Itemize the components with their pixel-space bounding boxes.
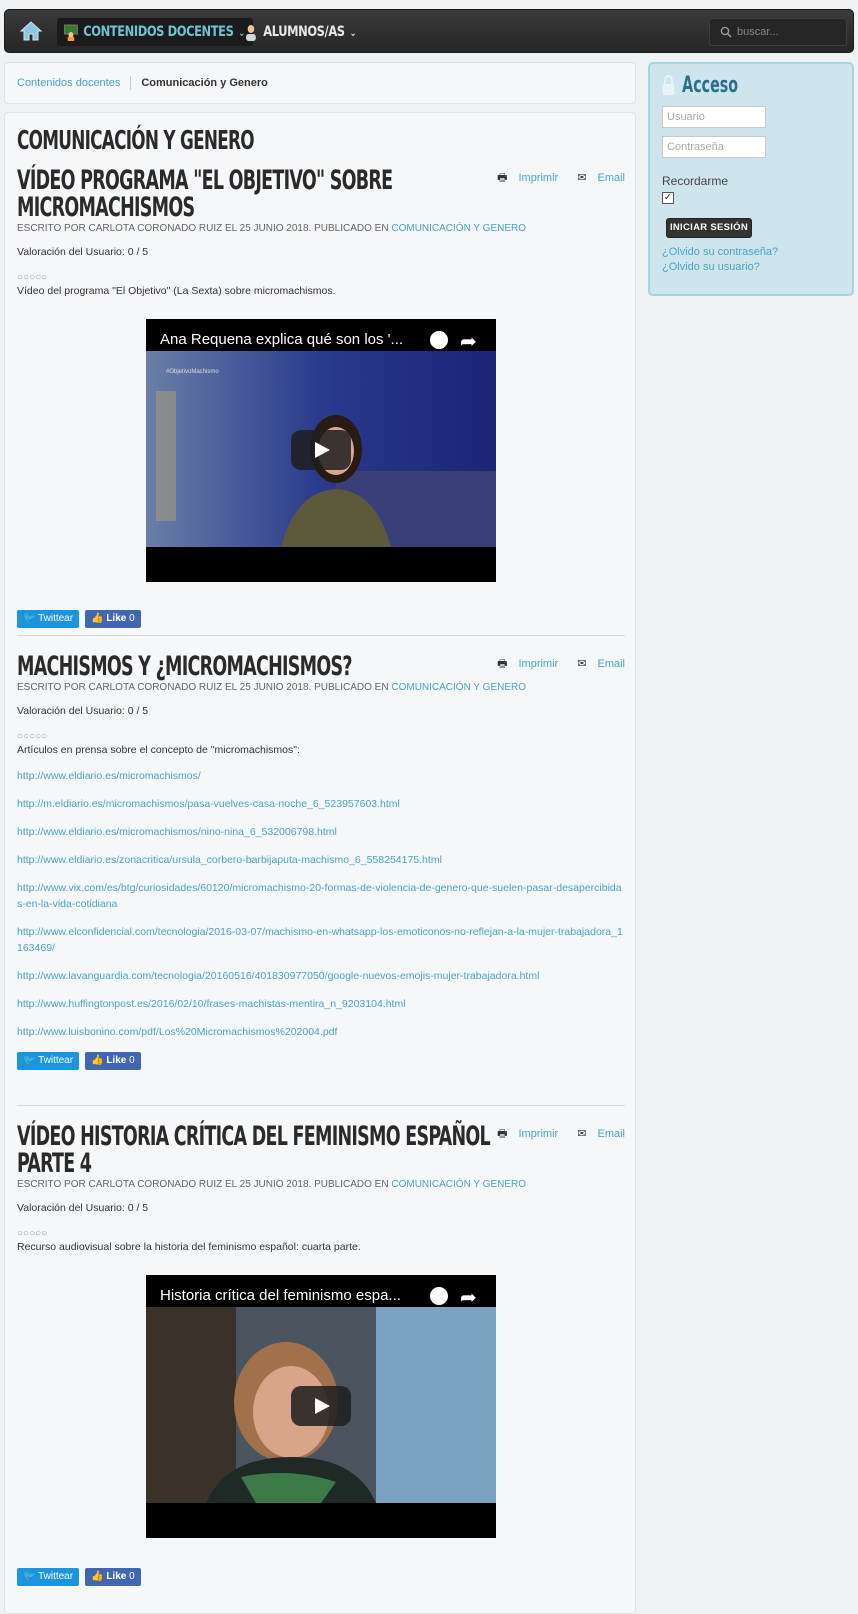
press-link[interactable]: http://www.lavanguardia.com/tecnologia/2… [17, 968, 625, 984]
press-link[interactable]: http://www.eldiario.es/micromachismos/ni… [17, 824, 625, 840]
rating-stars[interactable]: ○○○○○ [17, 272, 625, 283]
social-buttons: 🐦 Twittear 👍 Like 0 [17, 1568, 625, 1586]
remember-checkbox[interactable]: ✓ [662, 192, 674, 204]
home-icon[interactable] [19, 20, 43, 42]
login-button[interactable]: Iniciar sesión [666, 218, 752, 238]
article-title[interactable]: Vídeo programa "El Objetivo" sobre micro… [17, 167, 521, 221]
email-link[interactable]: ✉ Email [569, 172, 625, 184]
search-input[interactable]: buscar... [709, 18, 847, 46]
page-title: Comunicación y Genero [17, 126, 255, 156]
nav-alumnos[interactable]: Alumnos/as ⌄ [237, 18, 364, 46]
forgot-password-link[interactable]: ¿Olvido su contraseña? [662, 246, 778, 258]
breadcrumb-link-contenidos[interactable]: Contenidos docentes [17, 77, 120, 89]
article-meta: Escrito por Carlota Coronado Ruiz el 25 … [17, 682, 527, 693]
category-link[interactable]: Comunicación y Genero [391, 223, 526, 234]
student-icon [246, 25, 256, 41]
search-icon [720, 26, 732, 38]
twitter-button[interactable]: 🐦 Twittear [17, 1052, 80, 1070]
article-intro: Artículos en prensa sobre el concepto de… [17, 744, 300, 756]
login-module: Acceso Recordarme ✓ Iniciar sesión ¿Olvi… [648, 62, 854, 296]
username-input[interactable] [662, 106, 766, 128]
press-link[interactable]: http://www.elconfidencial.com/tecnologia… [17, 924, 625, 956]
video-player[interactable]: Historia crítica del feminismo espa... ➦ [146, 1275, 496, 1538]
password-input[interactable] [662, 136, 766, 158]
email-icon: ✉ [577, 658, 587, 670]
breadcrumb: Contenidos docentes Comunicación y Genero [4, 62, 636, 104]
social-buttons: 🐦 Twittear 👍 Like 0 [17, 610, 625, 628]
article-item: 🖶 Imprimir ✉ Email Vídeo programa "El Obje… [17, 167, 625, 628]
video-title[interactable]: Ana Requena explica qué son los '... [160, 331, 403, 348]
article-title[interactable]: Vídeo Historia crítica del feminismo esp… [17, 1123, 521, 1177]
email-icon: ✉ [577, 172, 587, 184]
facebook-like-button[interactable]: 👍 Like 0 [85, 1052, 141, 1070]
video-hashtag: #ObjetivoMachismo [166, 369, 219, 375]
user-rating: Valoración del Usuario: 0 / 5 [17, 1202, 149, 1214]
video-player[interactable]: Ana Requena explica qué son los '... #Ob… [146, 319, 496, 582]
press-link[interactable]: http://www.eldiario.es/micromachismos/ [17, 768, 625, 784]
email-link[interactable]: ✉ Email [569, 658, 625, 670]
category-link[interactable]: Comunicación y Genero [391, 682, 526, 693]
facebook-like-button[interactable]: 👍 Like 0 [85, 1568, 141, 1586]
social-buttons: 🐦 Twittear 👍 Like 0 [17, 1052, 625, 1070]
search-placeholder: buscar... [737, 26, 779, 38]
email-icon: ✉ [577, 1128, 587, 1140]
share-icon[interactable]: ➦ [460, 329, 477, 354]
article-meta: Escrito por Carlota Coronado Ruiz el 25 … [17, 223, 527, 234]
teacher-board-icon [63, 24, 78, 41]
user-rating: Valoración del Usuario: 0 / 5 [17, 705, 149, 717]
category-link[interactable]: Comunicación y Genero [391, 1179, 526, 1190]
main-content: Comunicación y Genero 🖶 Imprimir ✉ Email V… [4, 112, 636, 1614]
remember-label: Recordarme [662, 174, 729, 188]
watch-later-icon[interactable] [430, 331, 448, 349]
play-button[interactable] [291, 430, 351, 470]
article-intro: Recurso audiovisual sobre la historia de… [17, 1241, 361, 1253]
twitter-button[interactable]: 🐦 Twittear [17, 610, 80, 628]
top-navbar: Contenidos docentes ⌄ Alumnos/as ⌄ buscar.… [4, 9, 854, 53]
rating-stars[interactable]: ○○○○○ [17, 1228, 625, 1239]
press-link[interactable]: http://www.eldiario.es/zonacritica/ursul… [17, 852, 625, 868]
play-button[interactable] [291, 1386, 351, 1426]
rating-stars[interactable]: ○○○○○ [17, 731, 625, 742]
article-meta: Escrito por Carlota Coronado Ruiz el 25 … [17, 1179, 527, 1190]
article-divider [17, 635, 625, 636]
press-link[interactable]: http://www.huffingtonpost.es/2016/02/10/… [17, 996, 625, 1012]
share-icon[interactable]: ➦ [460, 1285, 477, 1310]
forgot-username-link[interactable]: ¿Olvido su usuario? [662, 261, 760, 273]
article-links: http://www.eldiario.es/micromachismos/ h… [17, 768, 625, 1040]
twitter-button[interactable]: 🐦 Twittear [17, 1568, 80, 1586]
article-intro: Vídeo del programa "El Objetivo" (La Sex… [17, 285, 336, 297]
watch-later-icon[interactable] [430, 1287, 448, 1305]
breadcrumb-divider [130, 76, 132, 91]
breadcrumb-current: Comunicación y Genero [141, 77, 268, 89]
press-link[interactable]: http://www.vix.com/es/btg/curiosidades/6… [17, 880, 625, 912]
login-title: Acceso [662, 72, 738, 100]
article-item: 🖶 Imprimir ✉ Email Vídeo Historia crítica … [17, 1123, 625, 1586]
press-link[interactable]: http://m.eldiario.es/micromachismos/pasa… [17, 796, 625, 812]
article-divider [17, 1105, 625, 1106]
nav-contenidos-docentes[interactable]: Contenidos docentes ⌄ [57, 18, 254, 46]
chevron-down-icon: ⌄ [349, 28, 357, 39]
facebook-like-button[interactable]: 👍 Like 0 [85, 610, 141, 628]
lock-icon [662, 75, 675, 95]
article-title[interactable]: Machismos y ¿micromachismos? [17, 653, 521, 680]
email-link[interactable]: ✉ Email [569, 1128, 625, 1140]
user-rating: Valoración del Usuario: 0 / 5 [17, 246, 149, 258]
press-link[interactable]: http://www.luisbonino.com/pdf/Los%20Micr… [17, 1024, 625, 1040]
video-title[interactable]: Historia crítica del feminismo espa... [160, 1287, 401, 1304]
article-item: 🖶 Imprimir ✉ Email Machismos y ¿micromachi… [17, 653, 625, 1070]
